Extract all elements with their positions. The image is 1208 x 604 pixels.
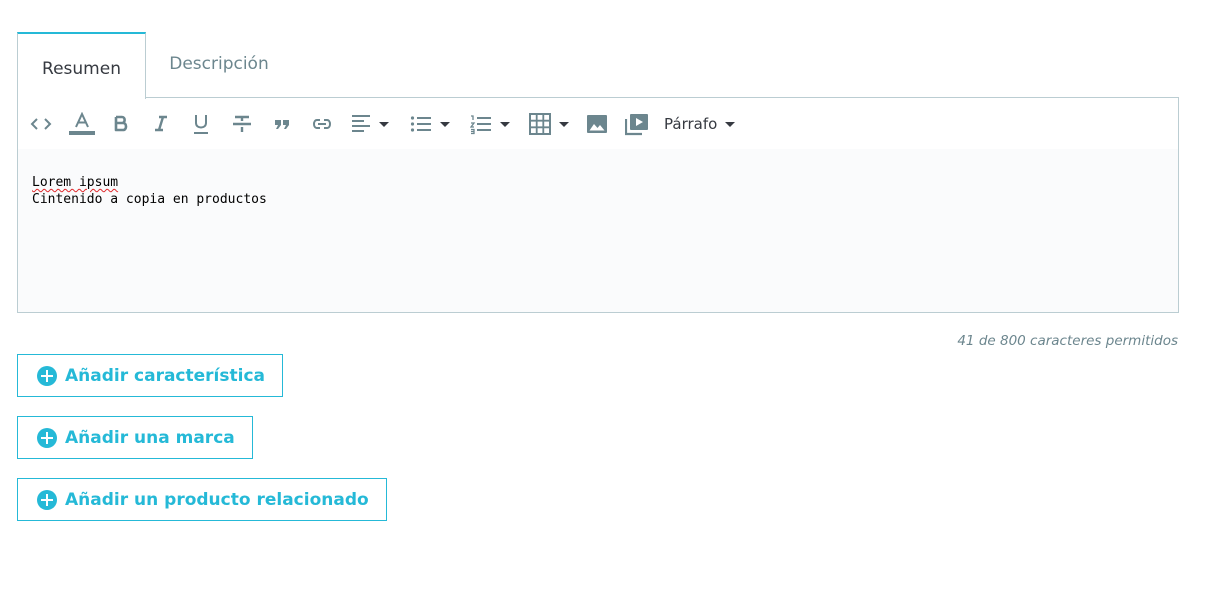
- chevron-down-icon: [559, 121, 569, 127]
- link-icon: [313, 119, 331, 129]
- italic-icon: [155, 115, 167, 132]
- table-dropdown[interactable]: [529, 112, 569, 136]
- italic-button[interactable]: [153, 112, 169, 136]
- editor-toolbar: Párrafo: [18, 98, 1178, 150]
- add-feature-button[interactable]: Añadir característica: [17, 354, 283, 397]
- tab-summary-label: Resumen: [42, 58, 121, 79]
- align-dropdown[interactable]: [351, 112, 389, 136]
- character-counter: 41 de 800 caracteres permitidos: [957, 333, 1178, 349]
- underline-icon: [194, 115, 208, 134]
- chevron-down-icon: [725, 121, 736, 127]
- tab-description-label: Descripción: [169, 54, 269, 74]
- editor-content[interactable]: Lorem ipsum Cintenido a copia en product…: [18, 149, 1178, 312]
- image-icon: [587, 115, 607, 133]
- add-related-product-button[interactable]: Añadir un producto relacionado: [17, 478, 387, 521]
- bold-button[interactable]: [113, 112, 129, 136]
- font-color-button[interactable]: [69, 112, 95, 136]
- insert-image-button[interactable]: [586, 112, 608, 136]
- blockquote-icon: [275, 120, 289, 129]
- add-brand-label: Añadir una marca: [65, 427, 235, 448]
- link-button[interactable]: [310, 112, 334, 136]
- bullet-list-icon: [410, 116, 431, 132]
- add-brand-button[interactable]: Añadir una marca: [17, 416, 253, 459]
- code-view-icon: [30, 118, 52, 130]
- tab-summary[interactable]: Resumen: [17, 32, 146, 99]
- chevron-down-icon: [500, 121, 510, 127]
- align-left-icon: [352, 115, 370, 132]
- editor-line: Cintenido a copia en productos: [32, 192, 267, 207]
- tab-description[interactable]: Descripción: [146, 32, 292, 98]
- insert-video-button[interactable]: [625, 112, 649, 136]
- blockquote-button[interactable]: [274, 112, 290, 136]
- underline-button[interactable]: [192, 112, 210, 136]
- paragraph-format-dropdown[interactable]: Párrafo: [664, 112, 736, 136]
- font-color-icon: [69, 112, 95, 135]
- bullet-list-dropdown[interactable]: [410, 112, 450, 136]
- code-view-button[interactable]: [30, 112, 52, 136]
- add-related-product-label: Añadir un producto relacionado: [65, 489, 369, 510]
- plus-circle-icon: [37, 489, 57, 510]
- paragraph-format-label: Párrafo: [664, 115, 718, 133]
- rich-text-editor: Párrafo Lorem ipsum Cintenido a copia en…: [17, 97, 1179, 313]
- table-icon: [529, 113, 551, 135]
- tab-bar: Resumen Descripción: [17, 32, 1179, 99]
- chevron-down-icon: [440, 121, 450, 127]
- strikethrough-icon: [233, 115, 251, 132]
- numbered-list-icon: [470, 115, 491, 135]
- editor-line: Lorem ipsum: [32, 175, 119, 190]
- plus-circle-icon: [37, 365, 57, 386]
- strikethrough-button[interactable]: [232, 112, 252, 136]
- video-icon: [625, 114, 648, 136]
- bold-icon: [114, 115, 128, 132]
- add-feature-label: Añadir característica: [65, 365, 265, 386]
- numbered-list-dropdown[interactable]: [470, 112, 510, 136]
- plus-circle-icon: [37, 427, 57, 448]
- chevron-down-icon: [379, 121, 389, 127]
